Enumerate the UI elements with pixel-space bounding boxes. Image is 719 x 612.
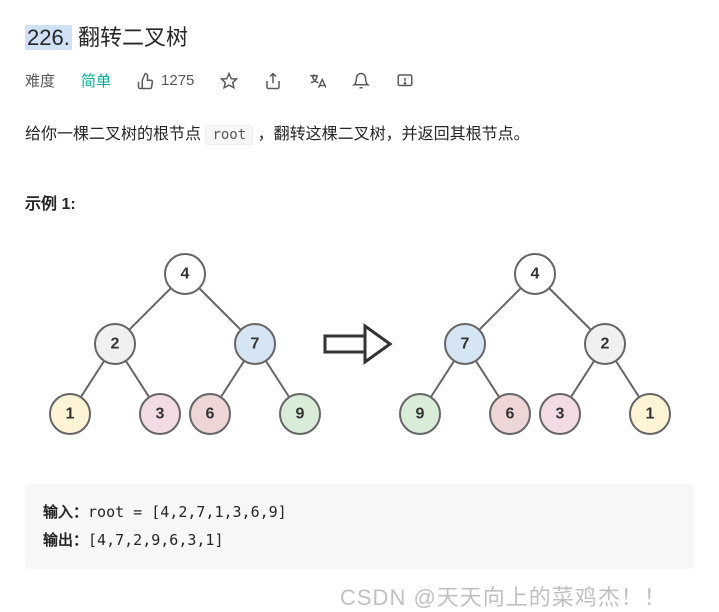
svg-text:4: 4 [531,265,540,282]
star-icon [220,72,238,90]
feedback-icon [396,72,414,90]
svg-text:3: 3 [156,405,165,422]
thumbs-up-icon [137,72,155,90]
problem-name: 翻转二叉树 [78,25,188,50]
svg-text:6: 6 [206,405,215,422]
watermark: CSDN @天天向上的菜鸡杰！！ [340,580,667,612]
desc-code: root [205,125,253,145]
example-input-line: 输入：root = [4,2,7,1,3,6,9] [43,498,676,527]
svg-text:2: 2 [111,335,120,352]
input-value: root = [4,2,7,1,3,6,9] [88,503,287,521]
difficulty-value: 简单 [81,70,111,91]
svg-text:7: 7 [461,335,470,352]
svg-text:4: 4 [181,265,190,282]
svg-text:1: 1 [646,405,655,422]
svg-text:9: 9 [296,405,305,422]
output-value: [4,7,2,9,6,3,1] [88,531,223,549]
right-tree: 4 7 2 9 6 3 1 [400,254,670,434]
example-output-line: 输出：[4,7,2,9,6,3,1] [43,526,676,555]
problem-number: 226. [25,25,72,50]
example-code-block: 输入：root = [4,2,7,1,3,6,9] 输出：[4,7,2,9,6,… [25,484,694,569]
output-label: 输出： [43,531,88,549]
example-label: 示例 1: [25,190,694,214]
translate-icon [308,72,326,90]
desc-post: ，翻转这棵二叉树，并返回其根节点。 [258,126,530,143]
translate-button[interactable] [308,72,326,90]
share-button[interactable] [264,72,282,90]
input-label: 输入： [43,503,88,521]
left-tree: 4 2 7 1 3 6 9 [50,254,320,434]
arrow-icon [325,326,390,362]
like-button[interactable]: 1275 [137,72,194,90]
svg-text:9: 9 [416,405,425,422]
feedback-button[interactable] [396,72,414,90]
svg-text:3: 3 [556,405,565,422]
svg-text:7: 7 [251,335,260,352]
favorite-button[interactable] [220,72,238,90]
bell-icon [352,72,370,90]
svg-text:6: 6 [506,405,515,422]
tree-diagram: .nd { stroke:#666; stroke-width:2; } .tx… [25,234,694,459]
problem-title: 226. 翻转二叉树 [25,20,694,52]
like-count: 1275 [161,72,194,89]
desc-pre: 给你一棵二叉树的根节点 [25,126,205,143]
problem-description: 给你一棵二叉树的根节点 root ，翻转这棵二叉树，并返回其根节点。 [25,121,694,150]
meta-bar: 难度 简单 1275 [25,70,694,91]
svg-text:2: 2 [601,335,610,352]
difficulty-label: 难度 [25,70,55,91]
notify-button[interactable] [352,72,370,90]
svg-text:1: 1 [66,405,75,422]
share-icon [264,72,282,90]
